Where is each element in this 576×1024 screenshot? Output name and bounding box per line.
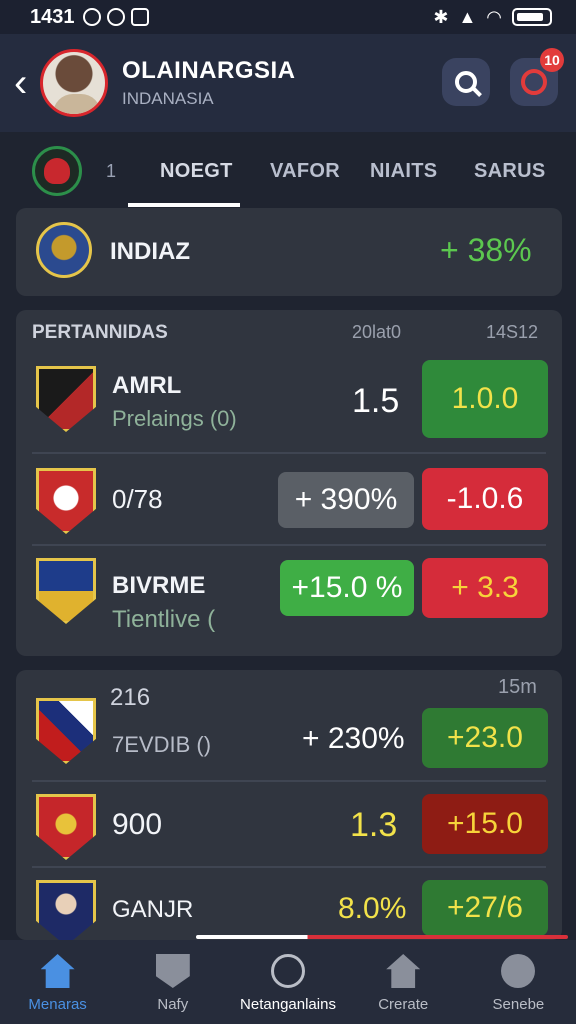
team-crest-icon: [36, 880, 96, 946]
team-name: AMRL: [112, 372, 182, 399]
photo-icon: [130, 8, 149, 26]
section-title: 216: [110, 684, 151, 711]
bluetooth-icon: ✱: [433, 6, 449, 27]
back-button[interactable]: ‹: [14, 63, 38, 103]
team-name: 7EVDIB (): [112, 732, 212, 757]
page-subtitle: INDANASIA: [122, 89, 214, 108]
odds-button[interactable]: 1.0.0: [422, 360, 548, 438]
bottom-nav: Menaras Nafy Netanganlains Crerate Seneb…: [0, 940, 576, 1024]
active-tab-indicator: [128, 203, 240, 207]
team-crest-icon: [36, 222, 92, 278]
stadium-icon: [386, 954, 421, 988]
team-name: INDIAZ: [110, 238, 190, 265]
team-crest-icon: [36, 794, 96, 860]
shield-icon: [155, 954, 190, 988]
odds-button[interactable]: +23.0: [422, 708, 548, 768]
status-bar: 1431 ✱ ▲ ◠: [0, 0, 576, 34]
odds-button[interactable]: + 390%: [278, 472, 414, 528]
app-header: ‹ OLAINARGSIA INDANASIA 10: [0, 34, 576, 132]
team-name: 900: [112, 808, 163, 841]
team-name: 0/78: [112, 484, 163, 514]
tab-bar: 1 NOEGT VAFOR NIAITS SARUS: [0, 132, 576, 210]
tab-marker: 1: [106, 160, 117, 181]
scroll-indicator: [196, 935, 568, 939]
nav-item-senebe[interactable]: Senebe: [461, 940, 576, 1024]
match-value: + 230%: [302, 722, 405, 755]
page-title: OLAINARGSIA: [122, 57, 296, 84]
team-crest-icon: [36, 698, 96, 764]
odds-button[interactable]: -1.0.6: [422, 468, 548, 530]
notification-badge: 10: [540, 48, 564, 72]
nav-label: Nafy: [157, 996, 189, 1013]
team-subtitle: Tientlive (: [112, 606, 216, 633]
tab-noegt[interactable]: NOEGT: [160, 160, 233, 183]
search-button[interactable]: [442, 58, 490, 106]
divider: [32, 866, 546, 868]
team-name: BIVRME: [112, 572, 206, 599]
column-header: 14S12: [486, 322, 539, 342]
tab-sarus[interactable]: SARUS: [474, 160, 546, 183]
change-percent: + 38%: [440, 232, 532, 268]
avatar[interactable]: [40, 49, 108, 117]
wifi-icon: ◠: [486, 6, 502, 27]
team-crest-icon: [36, 468, 96, 534]
divider: [32, 780, 546, 782]
live-card: 216 15m 7EVDIB () + 230% +23.0 900 1.3 +…: [16, 670, 562, 946]
column-header: 15m: [498, 676, 537, 698]
summary-card[interactable]: INDIAZ + 38%: [16, 208, 562, 296]
nav-item-netanganlains[interactable]: Netanganlains: [230, 940, 345, 1024]
matches-card: PERTANNIDAS 20lat0 14S12 AMRL Prelaings …: [16, 310, 562, 656]
team-crest-icon: [36, 558, 96, 624]
ball-icon: [271, 954, 305, 988]
league-logo-icon[interactable]: [32, 146, 82, 196]
nav-item-nafy[interactable]: Nafy: [115, 940, 230, 1024]
odds-button[interactable]: +15.0: [422, 794, 548, 854]
tab-niaits[interactable]: NIAITS: [370, 160, 437, 183]
nav-label: Menaras: [28, 996, 87, 1013]
status-time: 1431: [30, 5, 75, 28]
nav-item-crerate[interactable]: Crerate: [346, 940, 461, 1024]
divider: [32, 544, 546, 546]
nav-label: Senebe: [492, 996, 545, 1013]
nav-label: Netanganlains: [240, 996, 336, 1013]
column-header: 20lat0: [352, 322, 402, 342]
odds-button[interactable]: +15.0 %: [280, 560, 414, 616]
odds-button[interactable]: +27/6: [422, 880, 548, 936]
team-subtitle: Prelaings (0): [112, 406, 237, 431]
nav-label: Crerate: [378, 996, 429, 1013]
sync-icon: [82, 8, 101, 26]
odds-button[interactable]: + 3.3: [422, 558, 548, 618]
battery-icon: [512, 8, 552, 26]
divider: [32, 452, 546, 454]
team-name: GANJR: [112, 896, 194, 923]
notification-icon: [521, 69, 547, 95]
alarm-icon: [106, 8, 125, 26]
tab-vafor[interactable]: VAFOR: [270, 160, 340, 183]
match-value: 1.5: [352, 382, 400, 420]
gear-icon: [501, 954, 536, 988]
team-crest-icon: [36, 366, 96, 432]
match-value: 8.0%: [338, 892, 407, 925]
section-title: PERTANNIDAS: [32, 322, 168, 343]
home-icon: [40, 954, 75, 988]
notifications-button[interactable]: 10: [510, 48, 564, 106]
nav-item-home[interactable]: Menaras: [0, 940, 115, 1024]
signal-icon: ▲: [458, 6, 477, 27]
search-icon: [455, 71, 477, 93]
match-value: 1.3: [350, 806, 398, 844]
